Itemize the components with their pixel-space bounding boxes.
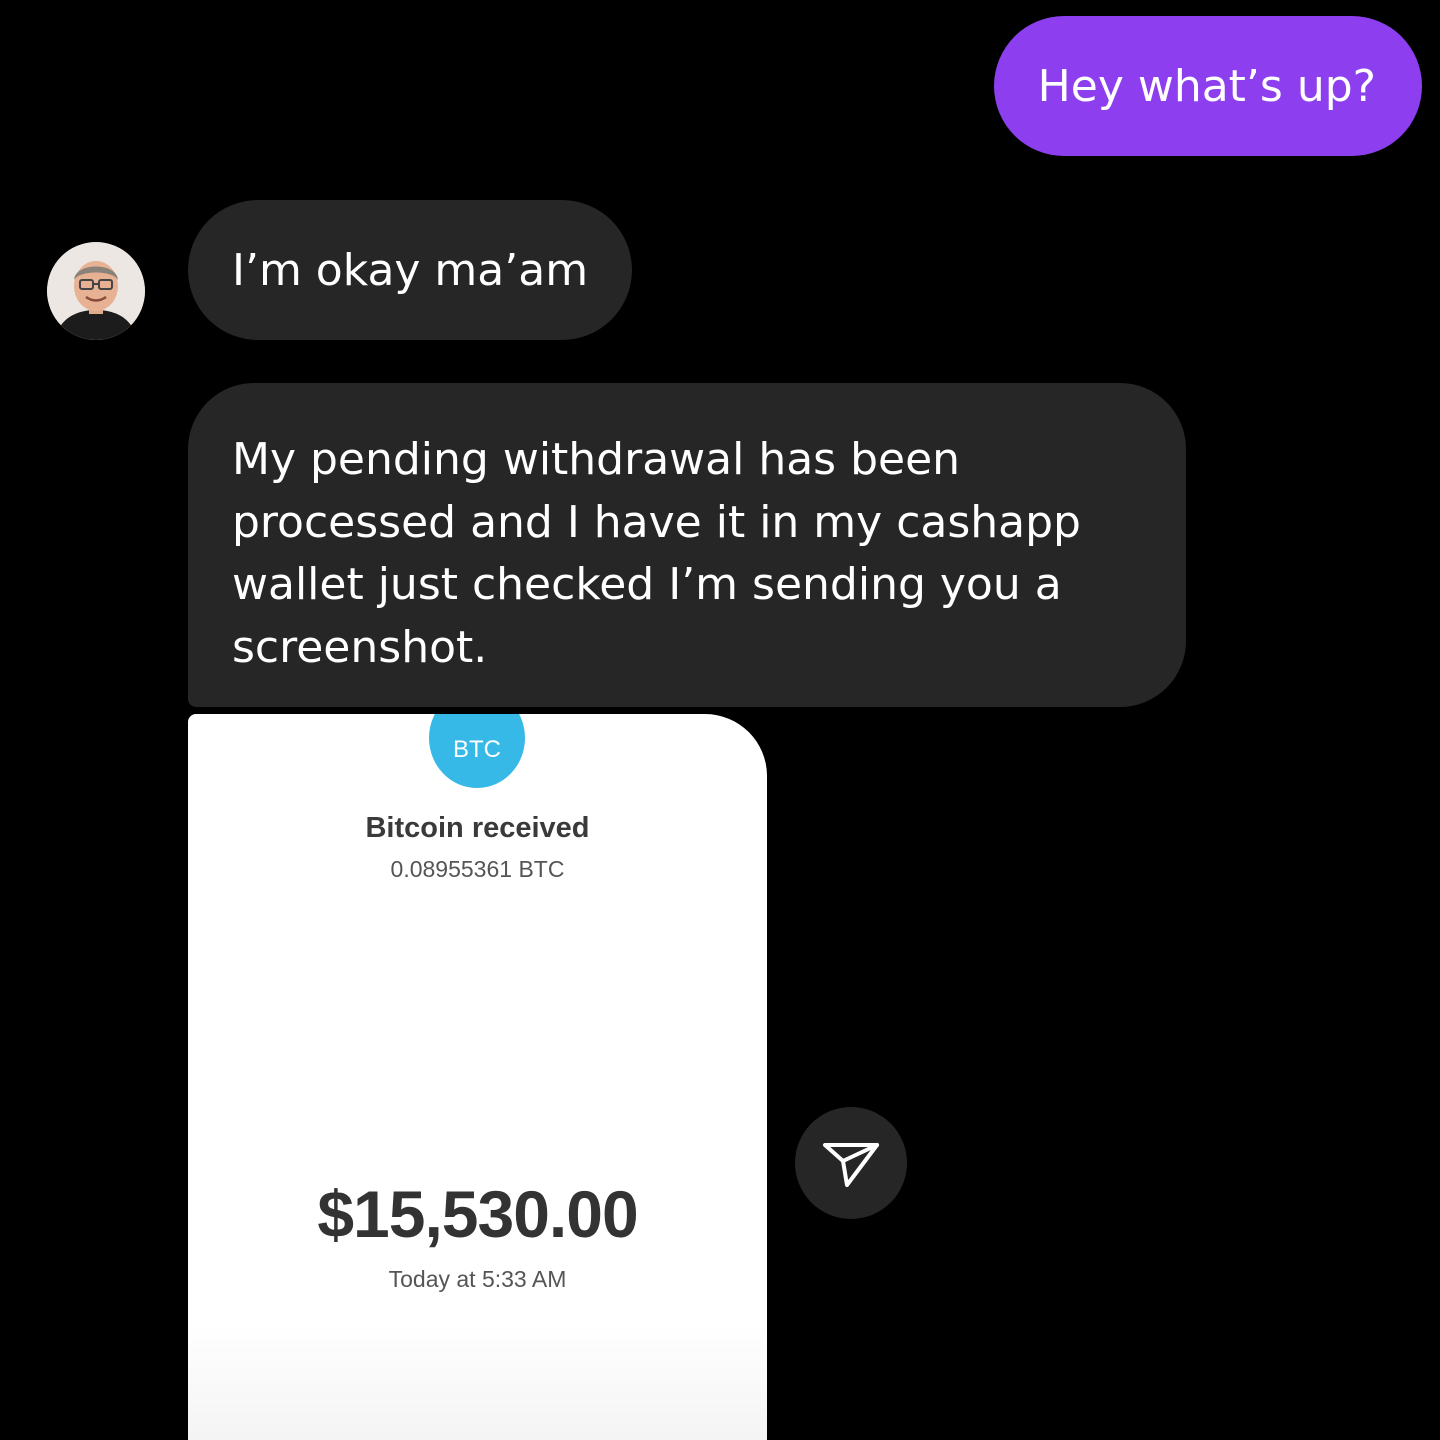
incoming-message-bubble-long[interactable]: My pending withdrawal has been processed…: [188, 383, 1186, 707]
receipt-btc-amount: 0.08955361 BTC: [390, 856, 565, 882]
btc-badge-label: BTC: [453, 736, 501, 763]
chat-thread: Hey what’s up? I’m okay ma’am My pending…: [0, 0, 1440, 1440]
share-button[interactable]: [795, 1107, 907, 1219]
receipt-usd-amount: $15,530.00: [317, 1177, 638, 1251]
incoming-message-text-long: My pending withdrawal has been processed…: [232, 434, 1081, 673]
receipt-title: Bitcoin received: [365, 812, 590, 844]
incoming-message-bubble[interactable]: I’m okay ma’am: [188, 200, 633, 340]
outgoing-message-text: Hey what’s up?: [1037, 60, 1376, 112]
receipt-timestamp: Today at 5:33 AM: [388, 1266, 567, 1292]
btc-badge: BTC: [429, 714, 525, 788]
incoming-message-text: I’m okay ma’am: [232, 244, 589, 296]
sender-avatar[interactable]: [47, 242, 145, 340]
avatar-image: [47, 242, 145, 340]
outgoing-message-bubble[interactable]: Hey what’s up?: [993, 16, 1422, 156]
paper-plane-icon: [823, 1143, 879, 1187]
